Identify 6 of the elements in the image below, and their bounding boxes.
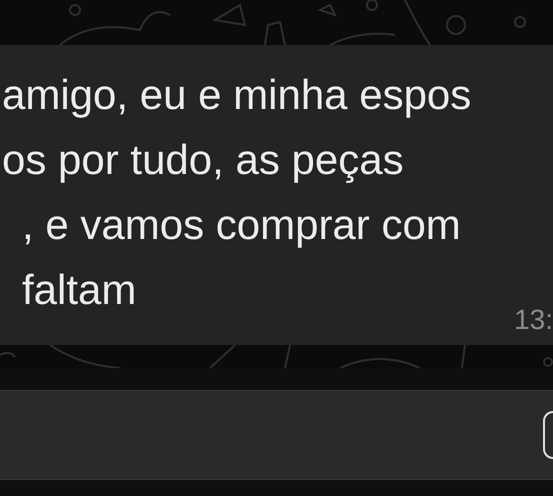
input-field[interactable]	[543, 411, 553, 459]
message-text-line: amigo, eu e minha espos	[2, 70, 472, 120]
message-text-line: , e vamos comprar com	[22, 200, 461, 250]
message-time: 13:	[514, 303, 553, 337]
message-text-line: faltam	[22, 265, 136, 315]
message-text-line: os por tudo, as peças	[2, 135, 404, 185]
